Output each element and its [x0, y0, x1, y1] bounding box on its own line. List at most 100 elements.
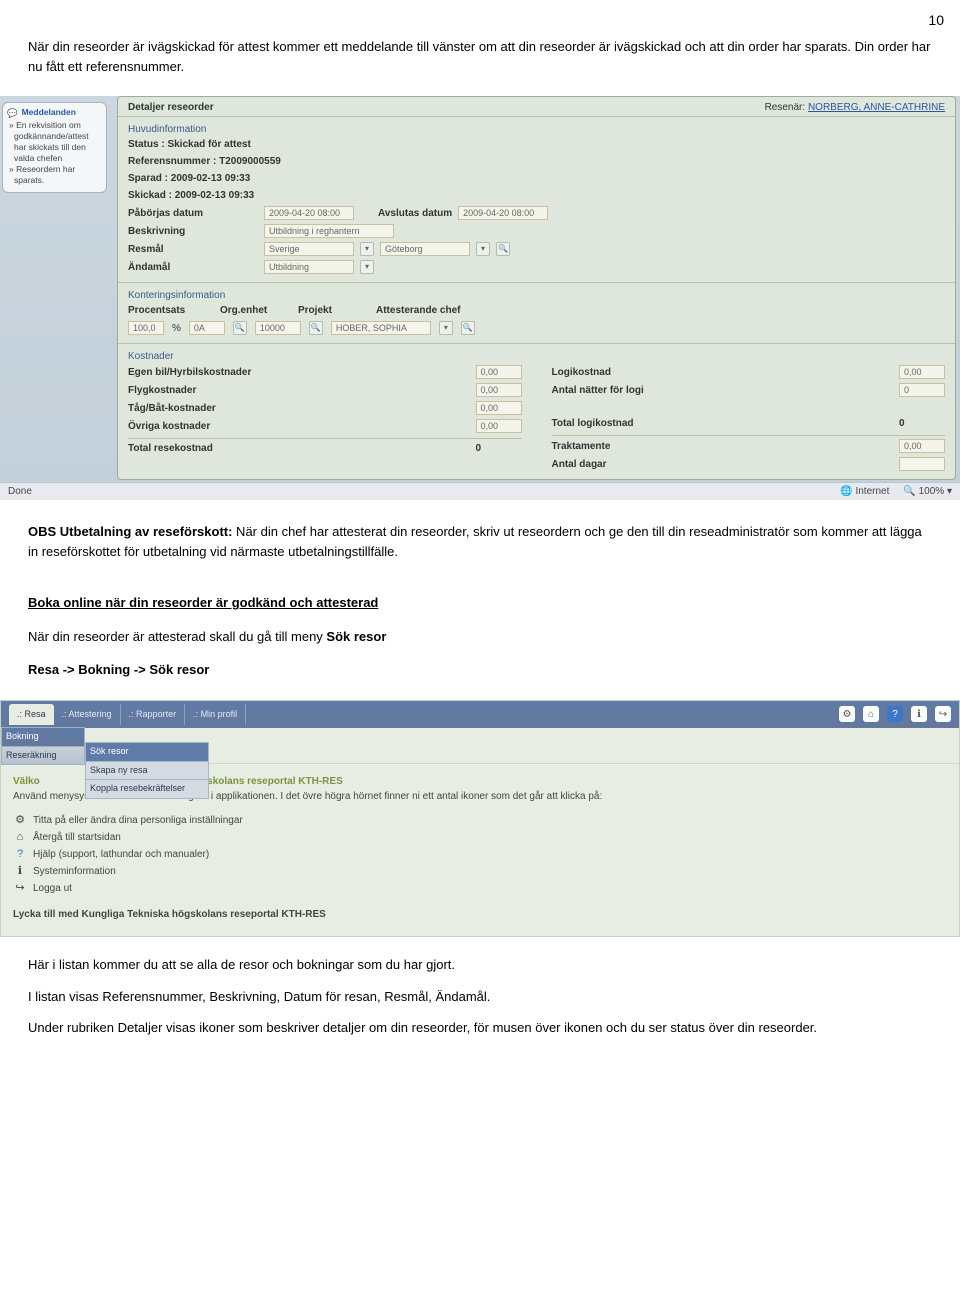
- status-value: Skickad för attest: [167, 139, 250, 150]
- traveler-label: Resenär: NORBERG, ANNE-CATHRINE: [765, 101, 945, 114]
- screenshot-detaljer-reseorder: 💬 Meddelanden » En rekvisition om godkän…: [0, 96, 960, 500]
- sent-value: 2009-02-13 09:33: [175, 190, 255, 201]
- traveler-name-link[interactable]: NORBERG, ANNE-CATHRINE: [808, 102, 945, 113]
- accounting-section: Konteringsinformation Procentsats Org.en…: [118, 282, 955, 343]
- page-number: 10: [0, 0, 960, 35]
- other-label: Övriga kostnader: [128, 420, 210, 433]
- navbar: .: Resa .: Attestering .: Rapporter .: M…: [1, 701, 959, 729]
- obs-label: OBS Utbetalning av reseförskott:: [28, 524, 232, 539]
- action-label: Titta på eller ändra dina personliga ins…: [33, 813, 243, 828]
- total-travel-value: 0: [476, 442, 522, 455]
- obs-paragraph: OBS Utbetalning av reseförskott: När din…: [0, 520, 960, 573]
- message-item: » En rekvisition om godkännande/attest h…: [7, 120, 102, 164]
- browser-statusbar: Done 🌐 Internet 🔍 100% ▾: [0, 482, 960, 500]
- traveler-label-text: Resenär:: [765, 102, 806, 113]
- percent-unit: %: [172, 322, 181, 335]
- action-sysinfo: ℹSysteminformation: [13, 863, 945, 880]
- start-date-label: Påbörjas datum: [128, 207, 258, 220]
- destination-city-select[interactable]: Göteborg: [380, 242, 470, 256]
- end-date-input[interactable]: 2009-04-20 08:00: [458, 206, 548, 220]
- settings-icon[interactable]: ⚙: [839, 706, 855, 722]
- outro1: Här i listan kommer du att se alla de re…: [0, 953, 960, 987]
- chevron-down-icon[interactable]: ▾: [476, 242, 490, 256]
- days-input[interactable]: [899, 457, 945, 471]
- action-label: Återgå till startsidan: [33, 830, 121, 845]
- home-icon[interactable]: ⌂: [863, 706, 879, 722]
- outro2: I listan visas Referensnummer, Beskrivni…: [0, 987, 960, 1019]
- percent-input[interactable]: 100,0: [128, 321, 164, 335]
- status-label: Status : Skickad för attest: [128, 138, 258, 151]
- search-icon[interactable]: 🔍: [461, 321, 475, 335]
- destination-country-select[interactable]: Sverige: [264, 242, 354, 256]
- breadcrumb-path: Resa -> Bokning -> Sök resor: [28, 662, 209, 677]
- section-label: Huvudinformation: [128, 123, 945, 136]
- help-icon: ?: [13, 848, 27, 862]
- chevron-down-icon[interactable]: ▾: [439, 321, 453, 335]
- description-input[interactable]: Utbildning i reghantern: [264, 224, 394, 238]
- flight-input[interactable]: 0,00: [476, 383, 522, 397]
- welcome-prefix: Välko: [13, 776, 40, 787]
- action-label: Hjälp (support, lathundar och manualer): [33, 847, 209, 862]
- details-panel: Detaljer reseorder Resenär: NORBERG, ANN…: [117, 96, 956, 480]
- saved-label: Sparad : 2009-02-13 09:33: [128, 172, 258, 185]
- own-car-label: Egen bil/Hyrbilskostnader: [128, 366, 251, 379]
- speech-icon: 💬: [7, 108, 18, 119]
- tab-rapporter[interactable]: .: Rapporter: [121, 704, 186, 726]
- start-date-input[interactable]: 2009-04-20 08:00: [264, 206, 354, 220]
- allowance-input[interactable]: 0,00: [899, 439, 945, 453]
- own-car-input[interactable]: 0,00: [476, 365, 522, 379]
- dropdown-area: Bokning Reseräkning Sök resor Skapa ny r…: [1, 728, 959, 764]
- messages-panel: 💬 Meddelanden » En rekvisition om godkän…: [2, 102, 107, 193]
- help-icon[interactable]: ?: [887, 706, 903, 722]
- costs-section: Kostnader Egen bil/Hyrbilskostnader0,00 …: [118, 343, 955, 479]
- tab-attestering[interactable]: .: Attestering: [54, 704, 121, 726]
- submenu-sok-resor[interactable]: Sök resor: [85, 742, 209, 762]
- dropdown-reserakning[interactable]: Reseräkning: [1, 747, 85, 766]
- allowance-label: Traktamente: [552, 440, 611, 453]
- lodging-label: Logikostnad: [552, 366, 611, 379]
- chef-select[interactable]: HOBER, SOPHIA: [331, 321, 431, 335]
- action-settings: ⚙ Titta på eller ändra dina personliga in…: [13, 812, 945, 829]
- details-title: Detaljer reseorder: [128, 101, 214, 114]
- section-label: Kostnader: [128, 350, 945, 363]
- action-label: Logga ut: [33, 881, 72, 896]
- message-item: » Reseordern har sparats.: [7, 164, 102, 186]
- search-icon[interactable]: 🔍: [233, 321, 247, 335]
- action-label: Systeminformation: [33, 864, 116, 879]
- chevron-down-icon[interactable]: ▾: [360, 242, 374, 256]
- section-heading: Boka online när din reseorder är godkänd…: [28, 593, 932, 613]
- purpose-select[interactable]: Utbildning: [264, 260, 354, 274]
- other-input[interactable]: 0,00: [476, 419, 522, 433]
- total-lodging-value: 0: [899, 417, 945, 430]
- section2-line: När din reseorder är attesterad skall du…: [0, 625, 960, 659]
- total-travel-label: Total resekostnad: [128, 442, 213, 455]
- settings-icon: ⚙: [13, 814, 27, 828]
- action-help: ? Hjälp (support, lathundar och manualer): [13, 846, 945, 863]
- section-label: Konteringsinformation: [128, 289, 945, 302]
- purpose-label: Ändamål: [128, 261, 258, 274]
- description-label: Beskrivning: [128, 225, 258, 238]
- train-input[interactable]: 0,00: [476, 401, 522, 415]
- ref-value: T2009000559: [219, 156, 281, 167]
- search-icon[interactable]: 🔍: [309, 321, 323, 335]
- zoom-level[interactable]: 🔍 100% ▾: [903, 485, 952, 498]
- project-input[interactable]: 10000: [255, 321, 301, 335]
- screenshot-menu: .: Resa .: Attestering .: Rapporter .: M…: [0, 700, 960, 938]
- end-date-label: Avslutas datum: [378, 207, 452, 220]
- nights-input[interactable]: 0: [899, 383, 945, 397]
- logout-icon[interactable]: ↪: [935, 706, 951, 722]
- org-input[interactable]: 0A: [189, 321, 225, 335]
- status-done: Done: [8, 485, 32, 498]
- submenu-skapa-ny-resa[interactable]: Skapa ny resa: [85, 762, 209, 781]
- days-label: Antal dagar: [552, 458, 607, 471]
- dropdown-bokning[interactable]: Bokning: [1, 727, 85, 747]
- info-icon[interactable]: ℹ: [911, 706, 927, 722]
- lodging-input[interactable]: 0,00: [899, 365, 945, 379]
- destination-label: Resmål: [128, 243, 258, 256]
- search-icon[interactable]: 🔍: [496, 242, 510, 256]
- submenu-koppla-resebekraftelser[interactable]: Koppla resebekräftelser: [85, 780, 209, 799]
- sok-resor-strong: Sök resor: [326, 629, 386, 644]
- tab-resa[interactable]: .: Resa: [9, 704, 54, 726]
- chevron-down-icon[interactable]: ▾: [360, 260, 374, 274]
- tab-min-profil[interactable]: .: Min profil: [185, 704, 246, 726]
